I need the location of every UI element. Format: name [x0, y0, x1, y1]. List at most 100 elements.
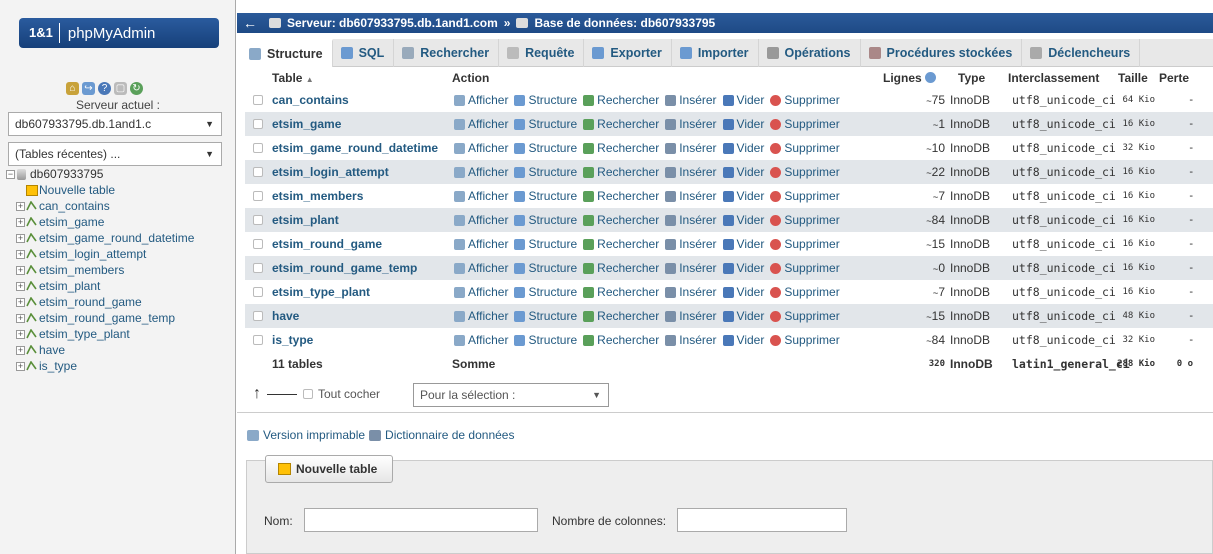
row-checkbox[interactable] — [253, 95, 263, 105]
action-browse[interactable]: Afficher — [454, 208, 508, 232]
action-structure[interactable]: Structure — [514, 160, 577, 184]
action-drop[interactable]: Supprimer — [770, 184, 840, 208]
size[interactable]: 16 Kio — [1105, 256, 1155, 280]
server-select[interactable]: db607933795.db.1and1.c ▼ — [8, 112, 222, 136]
action-structure[interactable]: Structure — [514, 304, 577, 328]
help-icon[interactable]: ? — [98, 82, 111, 95]
header-table[interactable]: Table ▲ — [272, 68, 314, 90]
table-name-link[interactable]: etsim_round_game — [272, 232, 382, 256]
tree-new-table[interactable]: Nouvelle table — [6, 182, 236, 198]
action-insert[interactable]: Insérer — [665, 160, 717, 184]
home-icon[interactable]: ⌂ — [66, 82, 79, 95]
collapse-arrow-icon[interactable]: ← — [243, 13, 257, 33]
tab-query[interactable]: Requête — [499, 39, 585, 67]
tab-structure[interactable]: Structure — [241, 39, 333, 67]
table-name-link[interactable]: etsim_type_plant — [272, 280, 370, 304]
tab-import[interactable]: Importer — [672, 39, 759, 67]
with-selected-select[interactable]: Pour la sélection : ▼ — [413, 383, 609, 407]
tree-table-item[interactable]: + etsim_type_plant — [6, 326, 236, 342]
row-checkbox[interactable] — [253, 167, 263, 177]
action-browse[interactable]: Afficher — [454, 136, 508, 160]
logout-icon[interactable]: ↪ — [82, 82, 95, 95]
tree-table-item[interactable]: + is_type — [6, 358, 236, 374]
expand-icon[interactable]: + — [16, 234, 25, 243]
size[interactable]: 64 Kio — [1105, 88, 1155, 112]
action-structure[interactable]: Structure — [514, 280, 577, 304]
action-search[interactable]: Rechercher — [583, 112, 659, 136]
action-browse[interactable]: Afficher — [454, 88, 508, 112]
action-drop[interactable]: Supprimer — [770, 256, 840, 280]
action-structure[interactable]: Structure — [514, 88, 577, 112]
action-structure[interactable]: Structure — [514, 232, 577, 256]
action-browse[interactable]: Afficher — [454, 112, 508, 136]
row-checkbox[interactable] — [253, 239, 263, 249]
action-drop[interactable]: Supprimer — [770, 304, 840, 328]
tab-triggers[interactable]: Déclencheurs — [1022, 39, 1141, 67]
action-insert[interactable]: Insérer — [665, 184, 717, 208]
action-search[interactable]: Rechercher — [583, 160, 659, 184]
collapse-icon[interactable]: − — [6, 170, 15, 179]
action-drop[interactable]: Supprimer — [770, 112, 840, 136]
action-drop[interactable]: Supprimer — [770, 160, 840, 184]
action-browse[interactable]: Afficher — [454, 280, 508, 304]
row-checkbox[interactable] — [253, 263, 263, 273]
row-checkbox[interactable] — [253, 287, 263, 297]
action-drop[interactable]: Supprimer — [770, 208, 840, 232]
size[interactable]: 16 Kio — [1105, 232, 1155, 256]
tree-database[interactable]: − db607933795 — [6, 166, 236, 182]
recent-tables-select[interactable]: (Tables récentes) ... ▼ — [8, 142, 222, 166]
action-structure[interactable]: Structure — [514, 112, 577, 136]
expand-icon[interactable]: + — [16, 346, 25, 355]
action-search[interactable]: Rechercher — [583, 88, 659, 112]
action-browse[interactable]: Afficher — [454, 256, 508, 280]
table-name-link[interactable]: etsim_game — [272, 112, 341, 136]
print-view-link[interactable]: Version imprimable — [263, 428, 365, 442]
size[interactable]: 16 Kio — [1105, 208, 1155, 232]
tree-table-item[interactable]: + etsim_game — [6, 214, 236, 230]
row-checkbox[interactable] — [253, 119, 263, 129]
table-name-link[interactable]: have — [272, 304, 299, 328]
size[interactable]: 16 Kio — [1105, 160, 1155, 184]
action-search[interactable]: Rechercher — [583, 256, 659, 280]
action-search[interactable]: Rechercher — [583, 280, 659, 304]
action-browse[interactable]: Afficher — [454, 160, 508, 184]
action-search[interactable]: Rechercher — [583, 232, 659, 256]
expand-icon[interactable]: + — [16, 362, 25, 371]
row-checkbox[interactable] — [253, 335, 263, 345]
action-drop[interactable]: Supprimer — [770, 232, 840, 256]
action-insert[interactable]: Insérer — [665, 112, 717, 136]
columns-count-input[interactable] — [677, 508, 847, 532]
tree-table-item[interactable]: + etsim_round_game_temp — [6, 310, 236, 326]
size[interactable]: 16 Kio — [1105, 184, 1155, 208]
new-table-button[interactable]: Nouvelle table — [265, 455, 393, 483]
size[interactable]: 32 Kio — [1105, 328, 1155, 352]
table-name-link[interactable]: etsim_login_attempt — [272, 160, 389, 184]
reload-icon[interactable]: ↻ — [130, 82, 143, 95]
check-all-checkbox[interactable] — [303, 389, 313, 399]
action-insert[interactable]: Insérer — [665, 232, 717, 256]
check-all-label[interactable]: Tout cocher — [318, 387, 380, 401]
size[interactable]: 48 Kio — [1105, 304, 1155, 328]
tree-table-item[interactable]: + etsim_login_attempt — [6, 246, 236, 262]
table-name-input[interactable] — [304, 508, 538, 532]
expand-icon[interactable]: + — [16, 298, 25, 307]
action-insert[interactable]: Insérer — [665, 280, 717, 304]
action-empty[interactable]: Vider — [722, 328, 764, 352]
expand-icon[interactable]: + — [16, 266, 25, 275]
breadcrumb-database[interactable]: Base de données: db607933795 — [534, 13, 715, 33]
action-search[interactable]: Rechercher — [583, 304, 659, 328]
table-name-link[interactable]: can_contains — [272, 88, 349, 112]
row-checkbox[interactable] — [253, 215, 263, 225]
action-empty[interactable]: Vider — [722, 232, 764, 256]
action-structure[interactable]: Structure — [514, 184, 577, 208]
action-insert[interactable]: Insérer — [665, 328, 717, 352]
action-structure[interactable]: Structure — [514, 328, 577, 352]
action-empty[interactable]: Vider — [722, 304, 764, 328]
expand-icon[interactable]: + — [16, 218, 25, 227]
action-insert[interactable]: Insérer — [665, 208, 717, 232]
action-insert[interactable]: Insérer — [665, 256, 717, 280]
action-structure[interactable]: Structure — [514, 256, 577, 280]
action-empty[interactable]: Vider — [722, 112, 764, 136]
action-browse[interactable]: Afficher — [454, 232, 508, 256]
table-name-link[interactable]: etsim_plant — [272, 208, 339, 232]
